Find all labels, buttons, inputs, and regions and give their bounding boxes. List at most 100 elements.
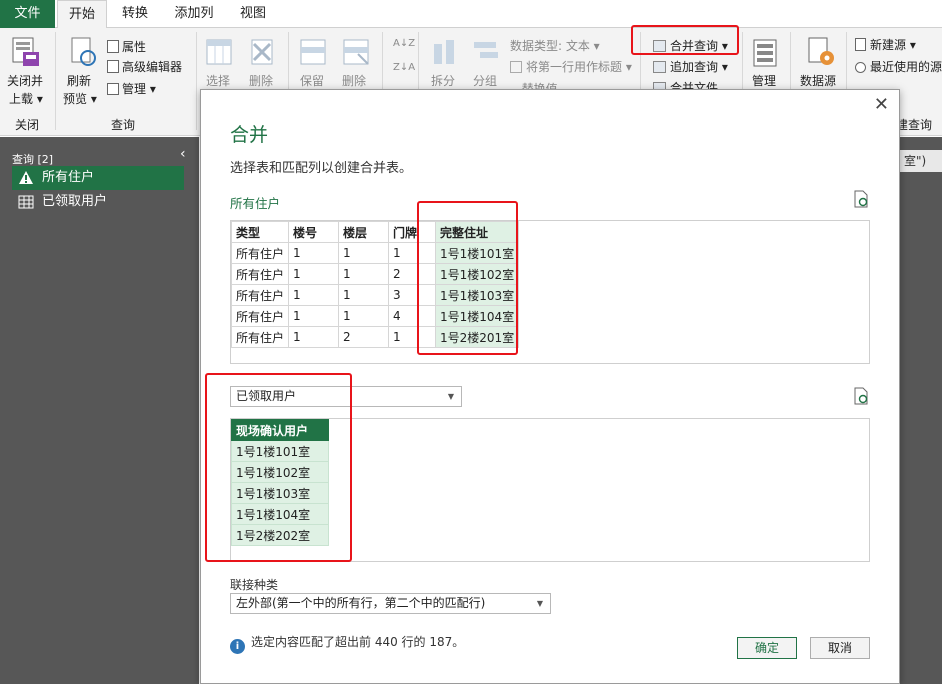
advanced-editor-icon	[107, 60, 119, 73]
properties-label: 属性	[122, 40, 147, 54]
column-header[interactable]: 楼号	[288, 221, 340, 243]
column-header[interactable]: 类型	[230, 221, 290, 243]
clock-icon	[855, 62, 866, 73]
highlight-box-merge-queries	[631, 25, 739, 55]
group-by-button[interactable]: 分组	[473, 72, 497, 89]
join-kind-value: 左外部(第一个中的所有行，第二个中的匹配行)	[236, 596, 486, 610]
dialog-subtitle: 选择表和匹配列以创建合并表。	[230, 161, 413, 176]
group-query-label: 查询	[110, 118, 135, 132]
group-by-icon	[474, 42, 498, 58]
recent-sources-label: 最近使用的源	[870, 60, 942, 74]
split-column-button[interactable]: 拆分	[431, 72, 455, 89]
chevron-down-icon: ▼	[447, 392, 454, 401]
highlight-box-first-key-column	[417, 201, 518, 355]
group-separator	[196, 32, 197, 130]
new-source-icon	[855, 38, 866, 51]
choose-columns-icon	[206, 39, 232, 65]
tab-transform[interactable]: 转换	[112, 0, 158, 28]
table-cell[interactable]: 1	[338, 284, 390, 306]
query-item-claimed-users[interactable]: 已领取用户	[12, 190, 184, 214]
use-first-row-label: 将第一行用作标题	[526, 60, 623, 74]
data-source-settings-button[interactable]: 数据源	[800, 72, 836, 89]
tab-add-column[interactable]: 添加列	[165, 0, 223, 28]
remove-rows-icon	[343, 39, 369, 65]
dialog-title: 合并	[230, 124, 269, 146]
table-cell[interactable]: 所有住户	[230, 263, 290, 285]
query-item-label: 所有住户	[42, 170, 95, 185]
new-source-label: 新建源	[870, 38, 907, 52]
table-icon	[510, 61, 522, 73]
advanced-editor-button[interactable]: 高级编辑器	[107, 58, 182, 75]
refresh-preview-icon[interactable]	[853, 387, 869, 405]
background-formula-fragment: 室")	[900, 150, 942, 172]
close-load-dropdown[interactable]: 上载 ▾	[9, 90, 43, 107]
data-type-label: 数据类型: 文本	[510, 39, 590, 53]
recent-sources-button[interactable]: 最近使用的源	[855, 58, 942, 75]
manage-button[interactable]: 管理 ▾	[107, 80, 156, 97]
tab-file[interactable]: 文件	[0, 0, 55, 28]
table-icon	[18, 195, 34, 209]
cancel-button[interactable]: 取消	[810, 637, 870, 659]
append-queries-button[interactable]: 追加查询 ▾	[653, 58, 728, 75]
table-cell[interactable]: 1	[288, 242, 340, 264]
keep-rows-button[interactable]: 保留	[300, 72, 324, 89]
table-cell[interactable]: 所有住户	[230, 284, 290, 306]
queries-pane: 查询 [2] ‹ 所有住户 已领取用户	[0, 137, 199, 684]
sort-descending-icon[interactable]: Z↓A	[393, 62, 415, 73]
remove-rows-button[interactable]: 删除	[342, 72, 366, 89]
close-load-label-2: 上载	[9, 92, 34, 106]
table-cell[interactable]: 1	[288, 284, 340, 306]
queries-pane-header: 查询 [2]	[12, 153, 54, 166]
table-cell[interactable]: 2	[338, 326, 390, 348]
split-column-icon	[434, 40, 454, 64]
column-header[interactable]: 楼层	[338, 221, 390, 243]
query-item-label: 已领取用户	[42, 194, 108, 209]
group-new-query-label: 建查询	[896, 118, 933, 132]
background-workspace	[900, 137, 942, 684]
table-cell[interactable]: 所有住户	[230, 326, 290, 348]
query-item-all-households[interactable]: 所有住户	[12, 166, 184, 190]
table-cell[interactable]: 1	[338, 242, 390, 264]
table-cell[interactable]: 1	[288, 305, 340, 327]
new-source-button[interactable]: 新建源 ▾	[855, 36, 916, 53]
match-info-text: 选定内容匹配了超出前 440 行的 187。	[251, 635, 465, 649]
remove-columns-icon	[251, 39, 273, 65]
tab-home[interactable]: 开始	[57, 0, 107, 29]
table-cell[interactable]: 1	[338, 305, 390, 327]
keep-rows-icon	[300, 39, 326, 65]
info-icon: i	[230, 639, 245, 654]
properties-icon	[107, 40, 119, 53]
join-kind-label: 联接种类	[230, 578, 279, 592]
ok-button[interactable]: 确定	[737, 637, 797, 659]
close-icon[interactable]: ✕	[874, 94, 889, 115]
join-kind-select[interactable]: 左外部(第一个中的所有行，第二个中的匹配行) ▼	[230, 593, 551, 614]
refresh-preview-button[interactable]: 刷新	[67, 72, 91, 89]
tab-view[interactable]: 视图	[230, 0, 276, 28]
use-first-row-button[interactable]: 将第一行用作标题 ▾	[510, 58, 632, 75]
table-cell[interactable]: 1	[338, 263, 390, 285]
refresh-label-1: 刷新	[67, 74, 92, 88]
highlight-box-second-key-column	[205, 373, 352, 562]
sort-ascending-icon[interactable]: A↓Z	[393, 38, 415, 49]
close-and-load-icon	[12, 37, 39, 66]
table-cell[interactable]: 所有住户	[230, 305, 290, 327]
collapse-pane-icon[interactable]: ‹	[180, 146, 186, 162]
refresh-label-2: 预览	[63, 92, 88, 106]
data-type-dropdown[interactable]: 数据类型: 文本 ▾	[510, 37, 600, 54]
remove-columns-button[interactable]: 删除	[249, 72, 273, 89]
refresh-preview-icon[interactable]	[853, 190, 869, 208]
refresh-preview-dropdown[interactable]: 预览 ▾	[63, 90, 97, 107]
manage-label: 管理	[122, 82, 147, 96]
warning-icon	[19, 171, 33, 184]
manage-parameters-button[interactable]: 管理	[752, 72, 776, 89]
table-cell[interactable]: 1	[288, 263, 340, 285]
refresh-preview-icon	[71, 37, 96, 66]
table-cell[interactable]: 1	[288, 326, 340, 348]
close-load-button[interactable]: 关闭并	[7, 72, 43, 89]
choose-columns-button[interactable]: 选择	[206, 72, 230, 89]
table-cell[interactable]: 所有住户	[230, 242, 290, 264]
first-table-preview: 类型 楼号 楼层 门牌 完整住址 所有住户 1 1 1 1号1楼101室 所有住户 1 1 2 1…	[230, 220, 870, 364]
properties-button[interactable]: 属性	[107, 38, 146, 55]
first-table-name: 所有住户	[230, 196, 281, 211]
append-icon	[653, 61, 666, 73]
